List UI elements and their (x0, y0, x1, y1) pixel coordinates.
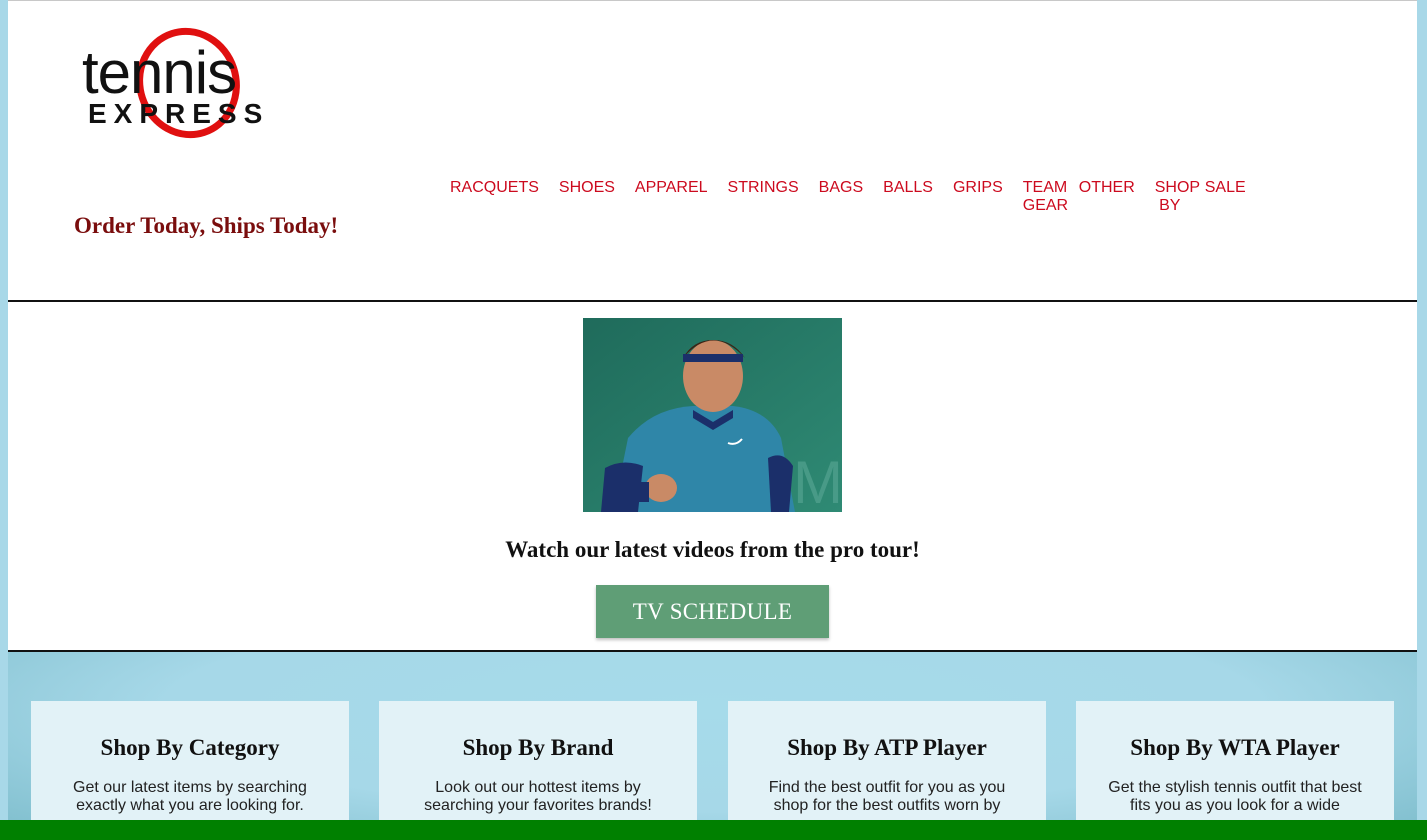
nav-shop-by[interactable]: SHOP BY (1145, 179, 1200, 215)
nav-apparel[interactable]: APPAREL (625, 179, 718, 197)
tennis-express-logo[interactable]: tennis EXPRESS (80, 27, 296, 141)
card-text: Get the stylish tennis outfit that best … (1108, 779, 1362, 814)
card-title: Shop By ATP Player (787, 735, 987, 760)
bottom-bar (0, 820, 1427, 840)
card-title: Shop By Brand (462, 735, 614, 760)
main-nav: RACQUETS SHOES APPAREL STRINGS BAGS BALL… (440, 179, 1256, 215)
hero-player-photo[interactable]: AM (583, 318, 842, 512)
logo-word-bottom: EXPRESS (88, 98, 269, 129)
nav-bags[interactable]: BAGS (809, 179, 873, 197)
page: tennis EXPRESS Order Today, Ships Today!… (8, 0, 1417, 840)
nav-balls[interactable]: BALLS (873, 179, 943, 197)
nav-sale[interactable]: SALE (1195, 179, 1256, 197)
nav-strings[interactable]: STRINGS (718, 179, 809, 197)
card-title: Shop By WTA Player (1130, 735, 1340, 760)
tv-schedule-button[interactable]: TV SCHEDULE (596, 585, 829, 638)
header-divider (8, 300, 1417, 302)
card-text: Find the best outfit for you as you shop… (768, 779, 1006, 814)
tagline: Order Today, Ships Today! (74, 213, 339, 238)
card-text: Look out our hottest items by searching … (424, 779, 652, 814)
logo-word-top: tennis (82, 39, 236, 106)
nav-racquets[interactable]: RACQUETS (440, 179, 549, 197)
nav-grips[interactable]: GRIPS (943, 179, 1013, 197)
hero-caption: Watch our latest videos from the pro tou… (505, 537, 920, 562)
shop-section: Shop By Category Get our latest items by… (8, 652, 1417, 840)
nav-other[interactable]: OTHER (1069, 179, 1145, 197)
card-title: Shop By Category (100, 735, 280, 760)
nav-team-gear[interactable]: TEAM GEAR (1013, 179, 1069, 215)
nav-shoes[interactable]: SHOES (549, 179, 625, 197)
card-text: Get our latest items by searching exactl… (73, 779, 307, 814)
